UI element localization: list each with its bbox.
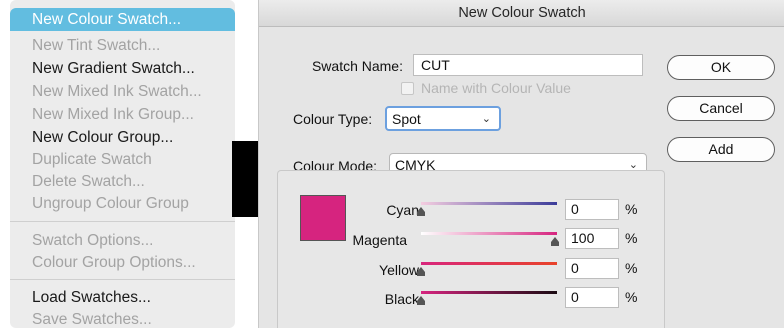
- menu-item-duplicate-swatch: Duplicate Swatch: [32, 151, 152, 168]
- colour-type-label: Colour Type:: [293, 111, 373, 127]
- black-unit: %: [625, 289, 638, 305]
- name-with-colour-value-label: Name with Colour Value: [421, 80, 571, 96]
- menu-item-swatch-options: Swatch Options...: [32, 232, 154, 249]
- cyan-slider-track[interactable]: [421, 202, 557, 205]
- magenta-label: Magenta: [352, 232, 407, 248]
- new-colour-swatch-dialog: New Colour Swatch Swatch Name: CUT Name …: [258, 0, 784, 328]
- menu-item-new-colour-swatch[interactable]: New Colour Swatch...: [10, 8, 235, 31]
- yellow-unit: %: [625, 260, 638, 276]
- menu-separator: [10, 221, 235, 222]
- yellow-label: Yellow: [379, 262, 419, 278]
- menu-item-new-tint-swatch: New Tint Swatch...: [32, 37, 161, 54]
- slider-thumb-icon[interactable]: [417, 267, 425, 276]
- dialog-title: New Colour Swatch: [259, 0, 784, 27]
- colour-type-select[interactable]: Spot ⌄: [385, 106, 501, 131]
- black-label: Black: [384, 291, 419, 307]
- slider-thumb-icon[interactable]: [417, 296, 425, 305]
- menu-item-colour-group-options: Colour Group Options...: [32, 254, 196, 271]
- menu-item-delete-swatch: Delete Swatch...: [32, 173, 145, 190]
- magenta-unit: %: [625, 230, 638, 246]
- menu-item-save-swatches: Save Swatches...: [32, 311, 152, 328]
- menu-item-load-swatches[interactable]: Load Swatches...: [10, 286, 235, 309]
- chevron-down-icon: ⌄: [481, 113, 491, 125]
- screen: New Colour Swatch... New Tint Swatch... …: [0, 0, 784, 328]
- occluding-bar: [232, 141, 258, 217]
- menu-item-new-mixed-ink-group: New Mixed Ink Group...: [32, 106, 194, 123]
- slider-thumb-icon[interactable]: [417, 207, 425, 216]
- black-slider-track[interactable]: [421, 291, 557, 294]
- yellow-slider-track[interactable]: [421, 262, 557, 265]
- swatch-name-label: Swatch Name:: [311, 58, 403, 74]
- cancel-button[interactable]: Cancel: [667, 96, 775, 121]
- menu-item-new-colour-group[interactable]: New Colour Group...: [10, 126, 235, 149]
- magenta-slider-track[interactable]: [421, 232, 557, 235]
- menu-item-new-gradient-swatch[interactable]: New Gradient Swatch...: [10, 57, 235, 80]
- ok-button[interactable]: OK: [667, 55, 775, 80]
- menu-item-ungroup-colour-group: Ungroup Colour Group: [32, 195, 189, 212]
- menu-item-new-mixed-ink-swatch: New Mixed Ink Swatch...: [32, 83, 202, 100]
- cyan-unit: %: [625, 201, 638, 217]
- swatches-panel-menu: New Colour Swatch... New Tint Swatch... …: [10, 0, 235, 328]
- name-with-colour-value-checkbox[interactable]: [401, 82, 414, 95]
- colour-type-value: Spot: [392, 111, 421, 127]
- yellow-value-input[interactable]: 0: [565, 258, 619, 279]
- magenta-value-input[interactable]: 100: [565, 228, 619, 249]
- swatch-name-input[interactable]: CUT: [413, 54, 643, 76]
- cyan-value-input[interactable]: 0: [565, 199, 619, 220]
- black-value-input[interactable]: 0: [565, 287, 619, 308]
- slider-thumb-icon[interactable]: [551, 237, 559, 246]
- menu-separator: [10, 279, 235, 280]
- add-button[interactable]: Add: [667, 137, 775, 162]
- cyan-label: Cyan: [386, 202, 419, 218]
